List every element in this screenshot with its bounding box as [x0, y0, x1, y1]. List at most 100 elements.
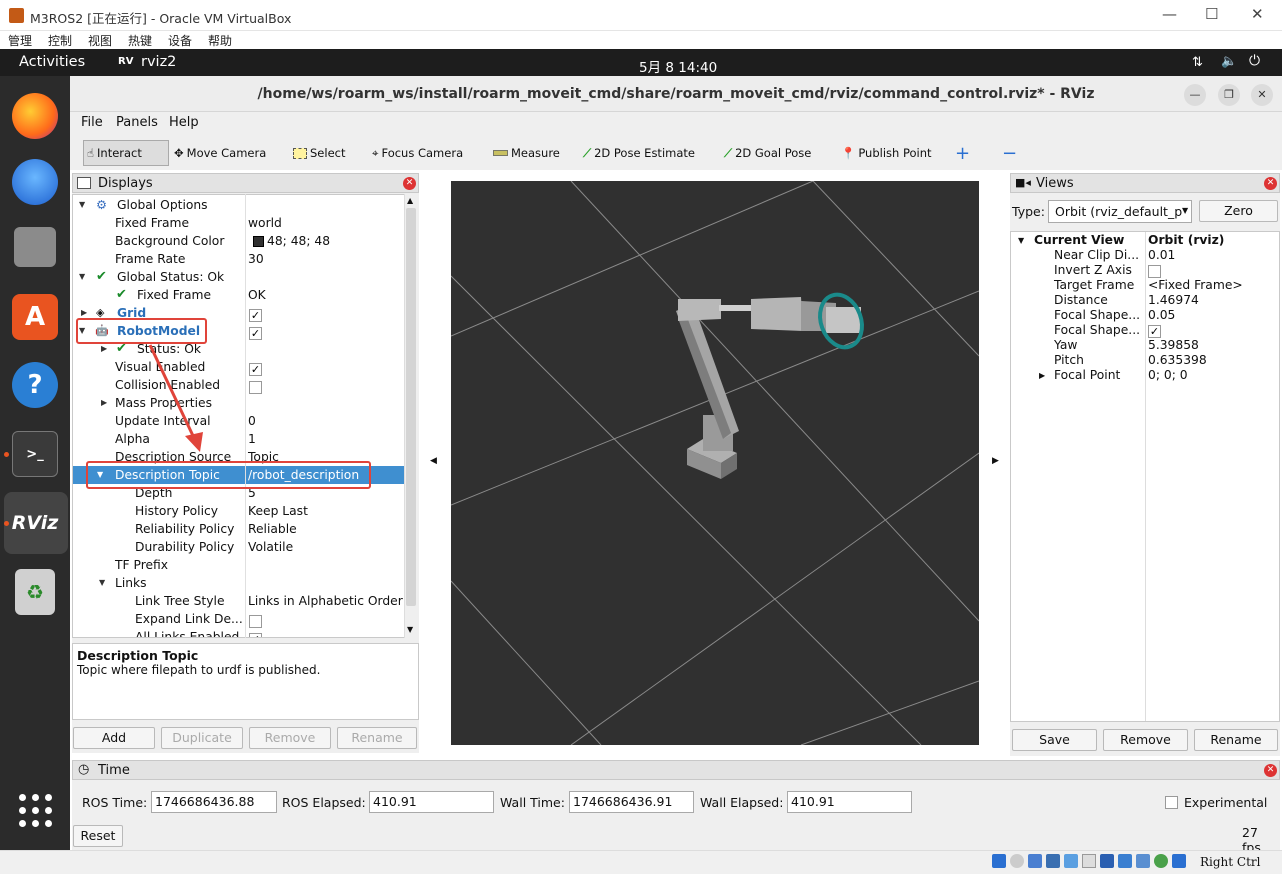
invert-z-checkbox[interactable]	[1148, 265, 1161, 278]
save-view-button[interactable]: Save	[1012, 729, 1097, 751]
tree-row-alpha[interactable]: Alpha1	[73, 430, 405, 448]
rename-view-button[interactable]: Rename	[1194, 729, 1278, 751]
collision-enabled-checkbox[interactable]	[249, 381, 262, 394]
view-type-select[interactable]: Orbit (rviz_default_p	[1048, 200, 1192, 223]
tree-row-tf-prefix[interactable]: TF Prefix	[73, 556, 405, 574]
menu-help[interactable]: 帮助	[208, 32, 232, 49]
rviz-minimize-button[interactable]: —	[1184, 84, 1206, 106]
tree-row-mass-properties[interactable]: ▶Mass Properties	[73, 394, 405, 412]
terminal-icon[interactable]: >_	[12, 431, 58, 477]
add-tool-button[interactable]: +	[955, 140, 970, 166]
ros-elapsed-field[interactable]: 410.91	[369, 791, 494, 813]
measure-tool[interactable]: Measure	[493, 140, 560, 166]
view-row-current-view[interactable]: ▼Current ViewOrbit (rviz)	[1011, 233, 1279, 248]
rviz-dock-icon[interactable]: RViz	[12, 500, 58, 546]
focus-camera-tool[interactable]: ⌖Focus Camera	[372, 140, 463, 166]
view-row-yaw[interactable]: Yaw5.39858	[1011, 338, 1279, 353]
publish-point-tool[interactable]: 📍Publish Point	[841, 140, 932, 166]
scroll-up-icon[interactable]: ▲	[407, 196, 413, 205]
menu-view[interactable]: 视图	[88, 32, 112, 49]
grid-enabled-checkbox[interactable]: ✓	[249, 309, 262, 322]
views-close-icon[interactable]: ✕	[1264, 177, 1277, 190]
hdd-icon[interactable]	[992, 854, 1006, 868]
wall-time-field[interactable]: 1746686436.91	[569, 791, 694, 813]
cpu-icon[interactable]	[1136, 854, 1150, 868]
help-icon[interactable]: ?	[12, 362, 58, 408]
select-tool[interactable]: Select	[293, 140, 345, 166]
view-row-distance[interactable]: Distance1.46974	[1011, 293, 1279, 308]
duplicate-display-button[interactable]: Duplicate	[161, 727, 243, 749]
chevron-down-icon[interactable]: ▼	[1182, 206, 1188, 215]
activities-button[interactable]: Activities	[19, 54, 85, 70]
tree-row-frame-rate[interactable]: Frame Rate30	[73, 250, 405, 268]
view-row-focal-shape-size[interactable]: Focal Shape...0.05	[1011, 308, 1279, 323]
display-icon[interactable]	[1100, 854, 1114, 868]
wall-elapsed-field[interactable]: 410.91	[787, 791, 912, 813]
tree-row-global-options[interactable]: ▼⚙Global Options	[73, 196, 405, 214]
tree-row-background-color[interactable]: Background Color48; 48; 48	[73, 232, 405, 250]
network-icon[interactable]: ⇅	[1192, 55, 1203, 70]
usb-icon[interactable]	[1064, 854, 1078, 868]
shared-folder-icon[interactable]	[1082, 854, 1096, 868]
thunderbird-icon[interactable]	[12, 159, 58, 205]
scroll-thumb[interactable]	[406, 208, 416, 606]
displays-scrollbar[interactable]: ▲ ▼	[404, 194, 417, 638]
rviz-close-button[interactable]: ✕	[1251, 84, 1273, 106]
ros-time-field[interactable]: 1746686436.88	[151, 791, 277, 813]
trash-icon[interactable]: ♻	[15, 569, 55, 615]
tree-row-visual-enabled[interactable]: Visual Enabled✓	[73, 358, 405, 376]
interact-tool[interactable]: ☝Interact	[83, 140, 169, 166]
menu-hotkey[interactable]: 热键	[128, 32, 152, 49]
time-close-icon[interactable]: ✕	[1264, 764, 1277, 777]
clock[interactable]: 5月 8 14:40	[639, 56, 717, 76]
menu-manage[interactable]: 管理	[8, 32, 32, 49]
menu-panels[interactable]: Panels	[116, 115, 158, 130]
rename-display-button[interactable]: Rename	[337, 727, 417, 749]
firefox-icon[interactable]	[12, 93, 58, 139]
remove-display-button[interactable]: Remove	[249, 727, 331, 749]
add-display-button[interactable]: Add	[73, 727, 155, 749]
app-menu[interactable]: rviz2	[141, 54, 176, 70]
collapse-left-icon[interactable]: ◀	[430, 456, 437, 466]
displays-close-icon[interactable]: ✕	[403, 177, 416, 190]
view-row-pitch[interactable]: Pitch0.635398	[1011, 353, 1279, 368]
power-icon[interactable]: ⏻	[1249, 53, 1260, 69]
tree-row-reliability-policy[interactable]: Reliability PolicyReliable	[73, 520, 405, 538]
pose-estimate-tool[interactable]: ⟋2D Pose Estimate	[583, 140, 695, 166]
tree-row-all-links-enabled[interactable]: All Links Enabled✓	[73, 628, 405, 638]
view-row-focal-point[interactable]: ▶Focal Point0; 0; 0	[1011, 368, 1279, 383]
move-camera-tool[interactable]: ✥Move Camera	[174, 140, 266, 166]
goal-pose-tool[interactable]: ⟋2D Goal Pose	[724, 140, 811, 166]
maximize-button[interactable]: ☐	[1205, 5, 1218, 23]
tree-row-collision-enabled[interactable]: Collision Enabled	[73, 376, 405, 394]
recording-icon[interactable]	[1118, 854, 1132, 868]
close-button[interactable]: ✕	[1251, 5, 1264, 23]
tree-row-history-policy[interactable]: History PolicyKeep Last	[73, 502, 405, 520]
tree-row-update-interval[interactable]: Update Interval0	[73, 412, 405, 430]
remove-tool-button[interactable]: −	[1002, 140, 1017, 166]
collapse-right-icon[interactable]: ▶	[992, 456, 999, 466]
tree-row-fixed-frame[interactable]: Fixed Frameworld	[73, 214, 405, 232]
menu-help-rviz[interactable]: Help	[169, 115, 199, 130]
files-icon[interactable]	[14, 227, 56, 267]
tree-column-divider[interactable]	[245, 194, 246, 638]
audio-icon[interactable]	[1028, 854, 1042, 868]
tree-row-links[interactable]: ▼Links	[73, 574, 405, 592]
menu-file[interactable]: File	[81, 115, 103, 130]
tree-row-link-tree-style[interactable]: Link Tree StyleLinks in Alphabetic Order	[73, 592, 405, 610]
menu-devices[interactable]: 设备	[168, 32, 192, 49]
tree-row-durability-policy[interactable]: Durability PolicyVolatile	[73, 538, 405, 556]
reset-button[interactable]: Reset	[73, 825, 123, 847]
expand-link-checkbox[interactable]	[249, 615, 262, 628]
3d-viewport[interactable]	[451, 181, 979, 745]
robotmodel-enabled-checkbox[interactable]: ✓	[249, 327, 262, 340]
network-adapter-icon[interactable]	[1046, 854, 1060, 868]
vt-x-icon[interactable]	[1154, 854, 1168, 868]
minimize-button[interactable]: —	[1162, 5, 1177, 23]
show-apps-icon[interactable]	[19, 794, 53, 828]
tree-row-fixed-frame-status[interactable]: ✔Fixed FrameOK	[73, 286, 405, 304]
view-row-focal-shape-fixed[interactable]: Focal Shape...✓	[1011, 323, 1279, 338]
view-row-invert-z[interactable]: Invert Z Axis	[1011, 263, 1279, 278]
view-row-near-clip[interactable]: Near Clip Di...0.01	[1011, 248, 1279, 263]
viewport-scene[interactable]	[451, 181, 979, 745]
